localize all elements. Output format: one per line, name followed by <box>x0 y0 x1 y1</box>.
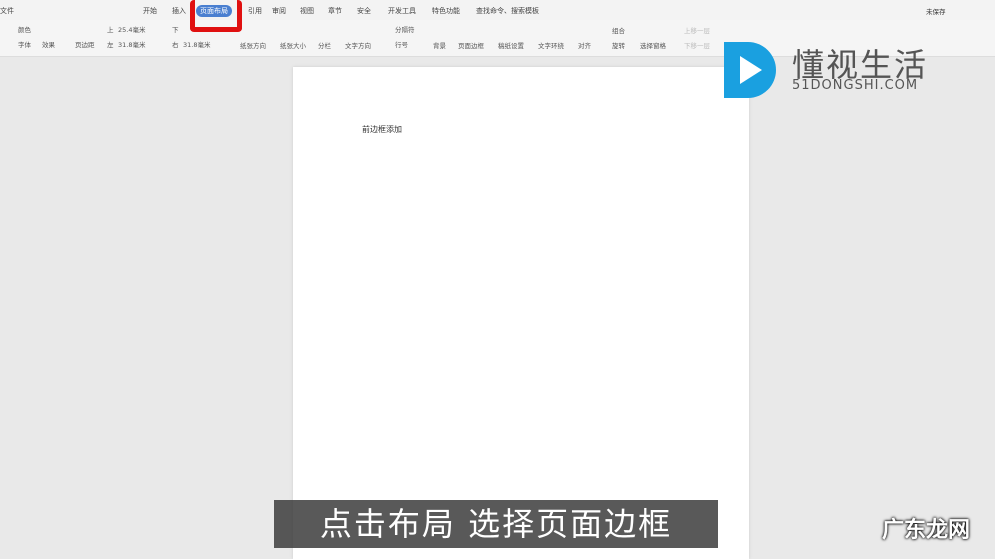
breaks-button[interactable]: 分隔符 <box>395 24 415 34</box>
top-margin-input[interactable]: 25.4毫米 <box>118 24 145 34</box>
brand-site: 51DONGSHI.COM <box>792 78 919 93</box>
orientation-button[interactable]: 纸张方向 <box>240 40 266 50</box>
document-text[interactable]: 前边框添加 <box>362 124 402 135</box>
right-margin-input[interactable]: 31.8毫米 <box>183 39 210 49</box>
tab-features[interactable]: 特色功能 <box>432 6 460 16</box>
size-button[interactable]: 纸张大小 <box>280 40 306 50</box>
watermark: 广东龙网 <box>882 518 971 543</box>
tab-file[interactable]: 文件 <box>0 6 14 16</box>
text-wrap-button[interactable]: 文字环绕 <box>538 40 564 50</box>
brand-logo-icon <box>724 42 776 98</box>
send-backward-button[interactable]: 下移一层 <box>684 40 710 50</box>
tab-references[interactable]: 引用 <box>248 6 262 16</box>
tab-view[interactable]: 视图 <box>300 6 314 16</box>
background-button[interactable]: 背景 <box>433 40 446 50</box>
search-command[interactable]: 查找命令、搜索模板 <box>476 6 539 16</box>
line-number-button[interactable]: 行号 <box>395 39 408 49</box>
selection-pane-button[interactable]: 选择窗格 <box>640 40 666 50</box>
menu-tabs: 文件 开始 插入 页面布局 引用 审阅 视图 章节 安全 开发工具 特色功能 查… <box>0 0 995 20</box>
align-button[interactable]: 对齐 <box>578 40 591 50</box>
document-page[interactable] <box>293 67 749 559</box>
margins-button[interactable]: 页边距 <box>75 39 95 49</box>
rotate-button[interactable]: 旋转 <box>612 40 625 50</box>
tab-section[interactable]: 章节 <box>328 6 342 16</box>
bring-forward-button[interactable]: 上移一层 <box>684 25 710 35</box>
tab-home[interactable]: 开始 <box>143 6 157 16</box>
subtitle: 点击布局 选择页面边框 <box>274 500 718 548</box>
save-status[interactable]: 未保存 <box>926 6 946 16</box>
bottom-label: 下 <box>172 26 179 34</box>
columns-button[interactable]: 分栏 <box>318 40 331 50</box>
left-margin-input[interactable]: 31.8毫米 <box>118 39 145 49</box>
draft-settings-button[interactable]: 稿纸设置 <box>498 40 524 50</box>
tab-security[interactable]: 安全 <box>357 6 371 16</box>
highlight-box <box>190 0 242 32</box>
tab-insert[interactable]: 插入 <box>172 6 186 16</box>
font-button[interactable]: 字体 <box>18 39 31 49</box>
tab-review[interactable]: 审阅 <box>272 6 286 16</box>
top-label: 上 <box>107 26 114 34</box>
effect-button[interactable]: 效果 <box>42 39 55 49</box>
group-button[interactable]: 组合 <box>612 25 625 35</box>
page-border-button[interactable]: 页面边框 <box>458 40 484 50</box>
left-label: 左 <box>107 41 114 49</box>
right-label: 右 <box>172 41 179 49</box>
color-button[interactable]: 颜色 <box>18 24 31 34</box>
text-direction-button[interactable]: 文字方向 <box>345 40 371 50</box>
tab-developer[interactable]: 开发工具 <box>388 6 416 16</box>
